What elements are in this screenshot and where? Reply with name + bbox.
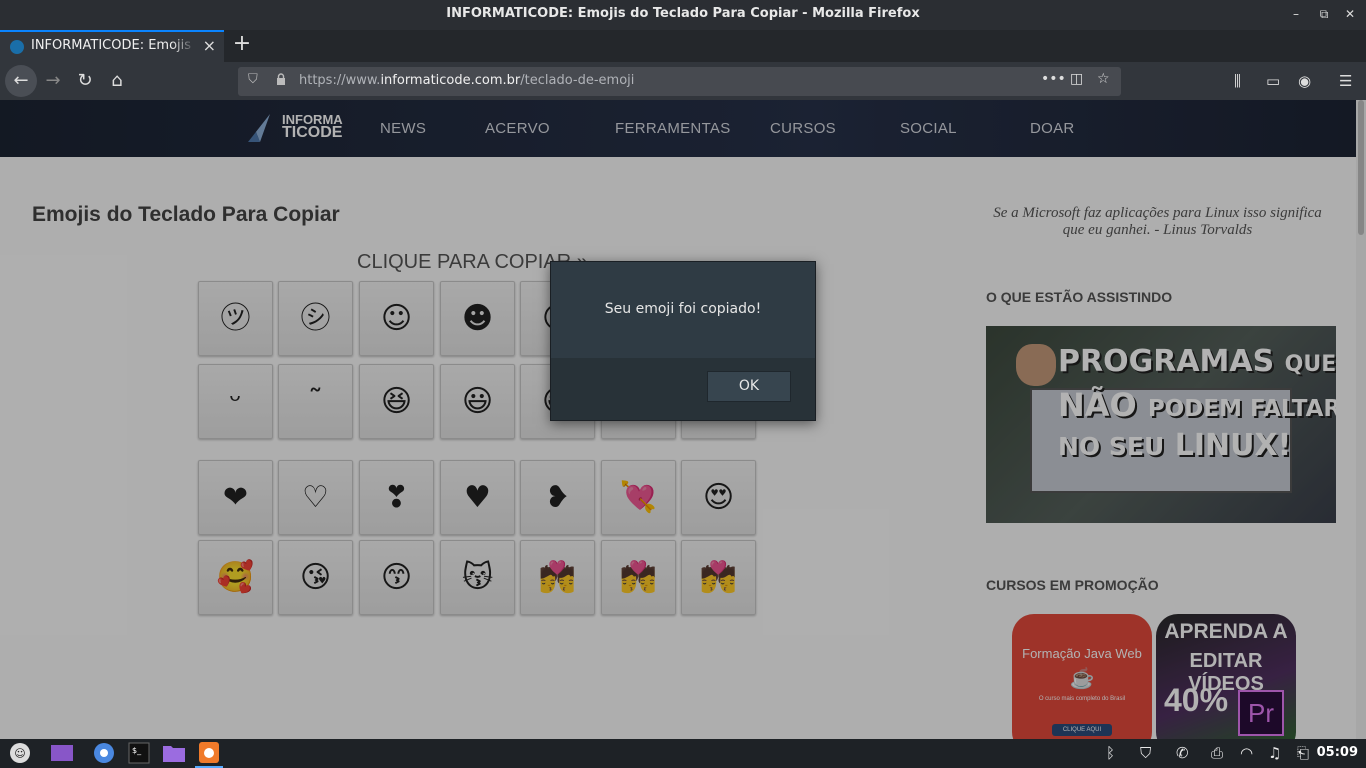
firefox-icon[interactable] <box>197 742 221 764</box>
bluetooth-icon[interactable]: ᛒ <box>1106 744 1115 762</box>
files-icon[interactable] <box>50 742 74 764</box>
dialog-message: Seu emoji foi copiado! <box>604 301 762 317</box>
terminal-icon[interactable]: $_ <box>127 742 151 764</box>
svg-text:☺: ☺ <box>14 747 25 760</box>
site-favicon-icon <box>10 40 24 54</box>
clipboard-icon[interactable]: ⎗ <box>1297 744 1309 762</box>
window-title: INFORMATICODE: Emojis do Teclado Para Co… <box>446 6 920 21</box>
shield-icon[interactable]: ⛉ <box>1140 744 1151 762</box>
back-button[interactable]: ← <box>5 65 37 97</box>
home-button[interactable]: ⌂ <box>103 67 131 95</box>
sidebar-icon[interactable]: ▭ <box>1266 72 1280 90</box>
hamburger-menu-icon[interactable]: ☰ <box>1339 72 1352 90</box>
page-actions-icon[interactable]: ••• <box>1041 71 1066 87</box>
tab-label: INFORMATICODE: Emojis do Teclado Para Co… <box>31 38 196 53</box>
dialog-footer: OK <box>551 358 815 420</box>
library-icon[interactable]: ⫼ <box>1234 72 1241 90</box>
new-tab-button[interactable]: + <box>230 32 254 56</box>
whatsapp-icon[interactable]: ✆ <box>1176 744 1189 762</box>
tab-close-icon[interactable]: × <box>203 36 216 55</box>
launcher-icon[interactable]: ☺ <box>8 742 32 764</box>
url-text[interactable]: https://www.informaticode.com.br/teclado… <box>299 73 634 88</box>
chromium-icon[interactable] <box>92 742 116 764</box>
url-bar[interactable]: ⛉ https://www.informaticode.com.br/tecla… <box>238 67 1121 96</box>
folder-icon[interactable] <box>162 742 186 764</box>
tab-strip: INFORMATICODE: Emojis do Teclado Para Co… <box>0 30 1366 62</box>
music-icon[interactable]: ♫ <box>1268 744 1281 762</box>
ok-button[interactable]: OK <box>707 371 791 402</box>
navigation-toolbar: ← → ↻ ⌂ ⛉ https://www.informaticode.com.… <box>0 62 1366 100</box>
clock[interactable]: 05:09 <box>1317 745 1358 760</box>
alert-dialog: Seu emoji foi copiado! OK <box>550 261 816 421</box>
reload-button[interactable]: ↻ <box>71 67 99 95</box>
lock-icon[interactable] <box>276 73 286 85</box>
account-icon[interactable]: ◉ <box>1298 72 1311 90</box>
bookmark-star-icon[interactable]: ☆ <box>1097 71 1110 87</box>
printer-icon[interactable]: ⎙ <box>1211 744 1223 762</box>
close-icon[interactable]: ✕ <box>1342 6 1358 22</box>
svg-text:$_: $_ <box>132 746 142 755</box>
window-titlebar: INFORMATICODE: Emojis do Teclado Para Co… <box>0 0 1366 30</box>
minimize-icon[interactable]: – <box>1288 6 1304 22</box>
forward-button[interactable]: → <box>39 67 67 95</box>
taskbar: ☺ $_ ᛒ ⛉ ✆ ⎙ ◠ ♫ ⎗ 05:09 <box>0 739 1366 768</box>
pocket-icon[interactable]: ◫ <box>1070 71 1083 87</box>
wifi-icon[interactable]: ◠ <box>1240 744 1253 762</box>
tab-informaticode[interactable]: INFORMATICODE: Emojis do Teclado Para Co… <box>0 30 224 62</box>
maximize-icon[interactable]: ⧉ <box>1316 6 1332 22</box>
tracking-shield-icon[interactable]: ⛉ <box>248 72 258 87</box>
